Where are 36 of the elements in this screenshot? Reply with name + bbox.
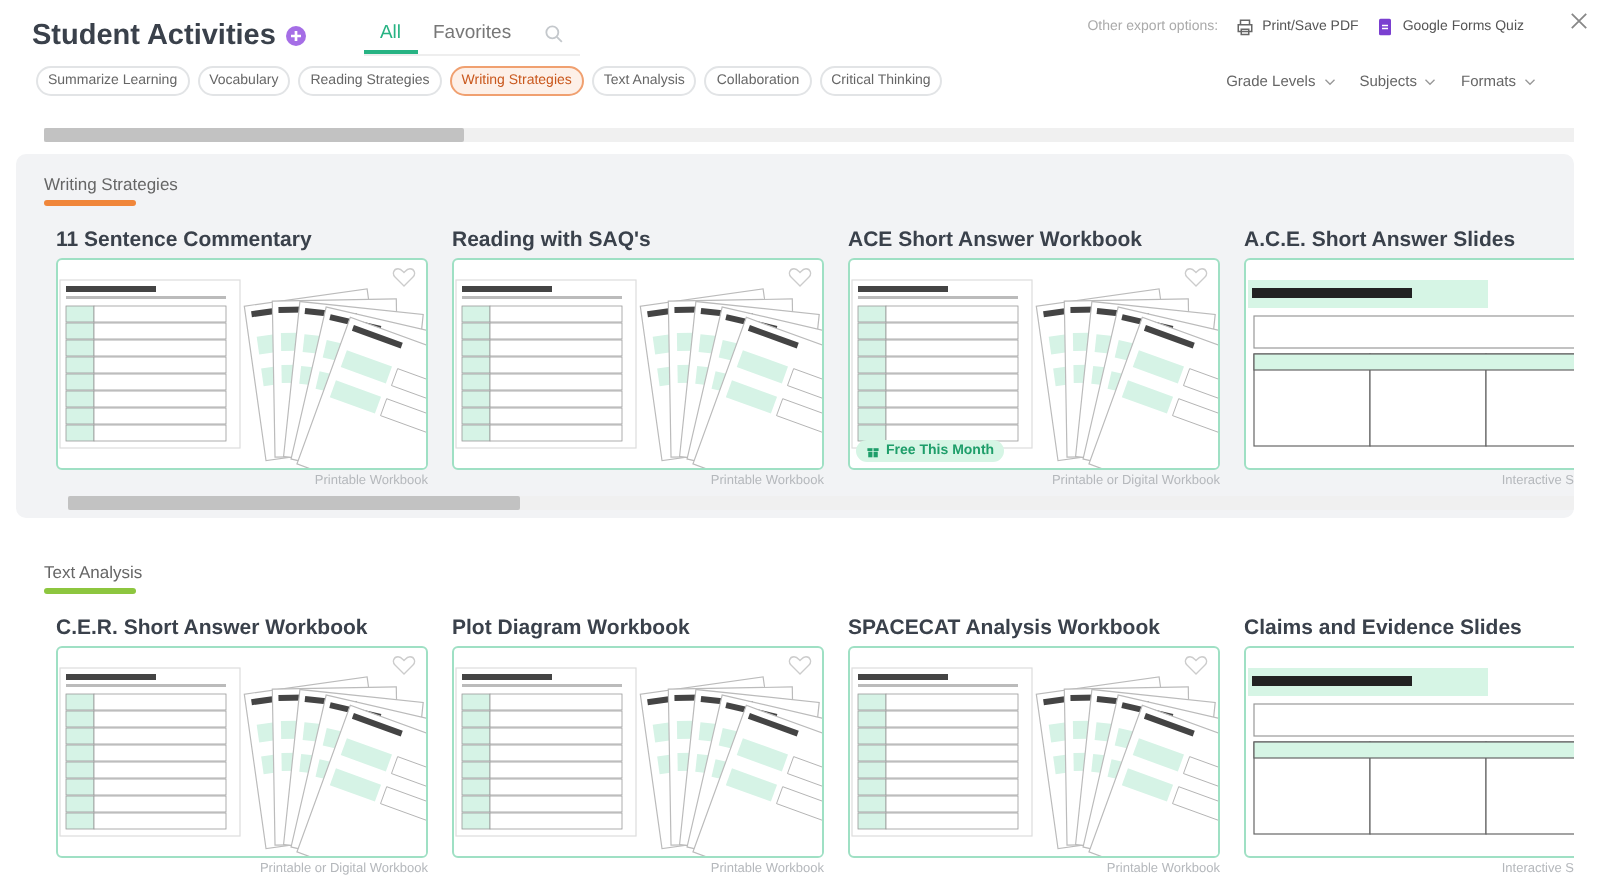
activity-title: SPACECAT Analysis Workbook xyxy=(848,616,1162,642)
activity-title: ACE Short Answer Workbook xyxy=(848,228,1145,254)
gift-icon xyxy=(866,444,880,458)
favorite-button[interactable] xyxy=(788,654,812,676)
section-title: Writing Strategies xyxy=(44,174,178,194)
search-icon xyxy=(543,24,564,44)
heart-icon xyxy=(392,266,416,288)
caret-icon xyxy=(1323,77,1336,85)
caret-icon xyxy=(1424,77,1437,85)
close-button[interactable] xyxy=(1570,12,1588,30)
heart-icon xyxy=(1184,654,1208,676)
activity-title: Reading with SAQ's xyxy=(452,228,653,254)
add-icon xyxy=(285,25,306,45)
activity-title: Plot Diagram Workbook xyxy=(452,616,692,642)
activity-title: A.C.E. Short Answer Slides xyxy=(1244,228,1518,254)
favorite-button[interactable] xyxy=(1184,654,1208,676)
activity-title: C.E.R. Short Answer Workbook xyxy=(56,616,370,642)
section-title: Text Analysis xyxy=(44,562,143,582)
heart-icon xyxy=(1184,266,1208,288)
scrollbar[interactable] xyxy=(44,128,1574,142)
scrollbar[interactable] xyxy=(68,496,1574,510)
heart-icon xyxy=(788,266,812,288)
printer-icon xyxy=(1236,18,1255,36)
caret-icon xyxy=(1524,77,1536,85)
heart-icon xyxy=(392,654,416,676)
favorite-button[interactable] xyxy=(392,266,416,288)
tab[interactable]: Favorites xyxy=(417,14,528,54)
favorite-button[interactable] xyxy=(1184,266,1208,288)
form-icon xyxy=(1376,18,1395,36)
favorite-button[interactable] xyxy=(392,654,416,676)
page-title: Student Activities xyxy=(32,19,276,51)
favorite-button[interactable] xyxy=(788,266,812,288)
heart-icon xyxy=(788,654,812,676)
close-icon xyxy=(1570,12,1588,30)
activity-title: 11 Sentence Commentary xyxy=(56,228,314,254)
activity-title: Claims and Evidence Slides xyxy=(1244,616,1524,642)
